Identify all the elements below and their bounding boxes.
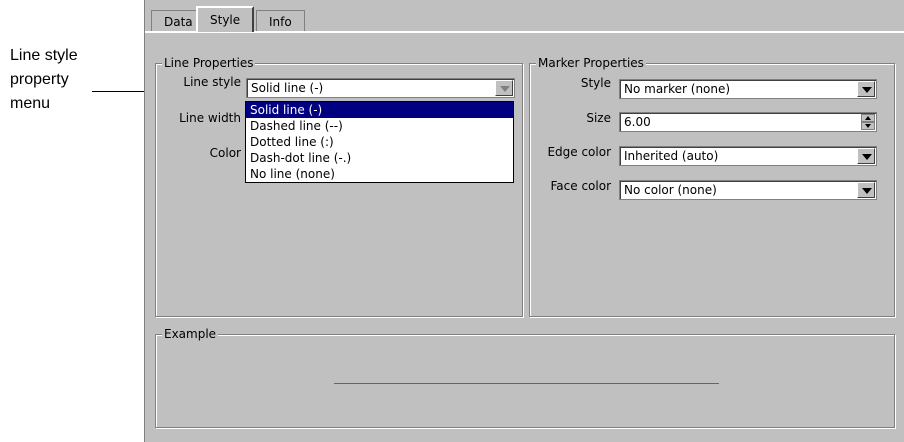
line-style-option[interactable]: Dash-dot line (-.): [246, 150, 513, 166]
edge-color-label: Edge color: [547, 145, 611, 159]
marker-style-label: Style: [580, 76, 611, 90]
marker-style-value: No marker (none): [624, 82, 731, 96]
line-properties-title: Line Properties: [162, 56, 256, 70]
spin-up-icon[interactable]: [861, 114, 875, 122]
chevron-down-icon: [500, 86, 510, 92]
example-title: Example: [162, 327, 219, 341]
line-style-select[interactable]: Solid line (-): [246, 78, 515, 98]
example-line-preview: [334, 383, 719, 384]
callout-line-2: property: [10, 71, 69, 88]
tab-style[interactable]: Style: [196, 6, 255, 32]
line-style-value: Solid line (-): [251, 81, 324, 95]
example-group: Example: [155, 327, 895, 428]
edge-color-select[interactable]: Inherited (auto): [619, 146, 877, 166]
line-style-dropdown-list: Solid line (-) Dashed line (--) Dotted l…: [245, 101, 514, 183]
marker-size-value: 6.00: [624, 115, 651, 129]
face-color-label: Face color: [550, 179, 612, 193]
line-width-label: Line width: [179, 111, 241, 125]
face-color-value: No color (none): [624, 183, 717, 197]
chevron-down-icon: [862, 188, 872, 194]
line-style-option[interactable]: No line (none): [246, 166, 513, 182]
spin-down-icon[interactable]: [861, 122, 875, 130]
line-style-dropdown-button[interactable]: [495, 80, 513, 96]
callout-line-1: Line style: [10, 47, 78, 64]
marker-style-select[interactable]: No marker (none): [619, 79, 877, 99]
line-style-option[interactable]: Solid line (-): [246, 102, 513, 118]
line-style-label: Line style: [183, 75, 241, 89]
line-style-option[interactable]: Dashed line (--): [246, 118, 513, 134]
size-stepper[interactable]: [861, 114, 875, 130]
marker-style-dropdown-button[interactable]: [857, 81, 875, 97]
edge-color-value: Inherited (auto): [624, 149, 719, 163]
callout-line-3: menu: [10, 95, 51, 112]
tab-info[interactable]: Info: [256, 10, 305, 31]
callout-annotation: Line style property menu: [10, 44, 120, 116]
edge-color-dropdown-button[interactable]: [857, 148, 875, 164]
face-color-select[interactable]: No color (none): [619, 180, 877, 200]
property-panel: Data Style Info Line Properties Line sty…: [144, 0, 904, 442]
marker-size-spinner[interactable]: 6.00: [619, 112, 877, 132]
chevron-down-icon: [862, 87, 872, 93]
marker-properties-title: Marker Properties: [536, 56, 646, 70]
chevron-down-icon: [862, 154, 872, 160]
marker-size-label: Size: [586, 111, 611, 125]
color-label: Color: [209, 146, 241, 160]
line-style-option[interactable]: Dotted line (:): [246, 134, 513, 150]
tab-divider: [145, 31, 904, 33]
face-color-dropdown-button[interactable]: [857, 182, 875, 198]
